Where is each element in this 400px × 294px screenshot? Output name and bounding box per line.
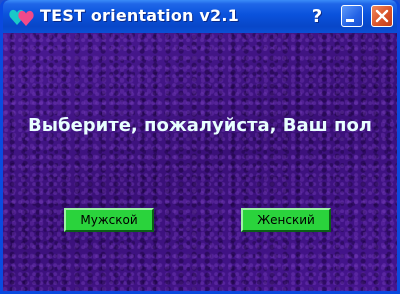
hearts-icon <box>9 7 35 27</box>
main-panel: Выберите, пожалуйста, Ваш пол Мужской Же… <box>3 33 397 291</box>
close-icon <box>375 9 389 23</box>
minimize-button[interactable] <box>341 5 363 27</box>
title-bar[interactable]: TEST orientation v2.1 ? <box>3 0 397 33</box>
male-button[interactable]: Мужской <box>64 208 154 232</box>
help-button[interactable]: ? <box>307 6 327 28</box>
app-window: TEST orientation v2.1 ? Выберите, пожалу… <box>0 0 400 294</box>
window-title: TEST orientation v2.1 <box>40 6 239 25</box>
minimize-icon <box>346 19 354 22</box>
gender-prompt: Выберите, пожалуйста, Ваш пол <box>28 115 372 136</box>
female-button[interactable]: Женский <box>241 208 331 232</box>
close-button[interactable] <box>371 5 393 27</box>
